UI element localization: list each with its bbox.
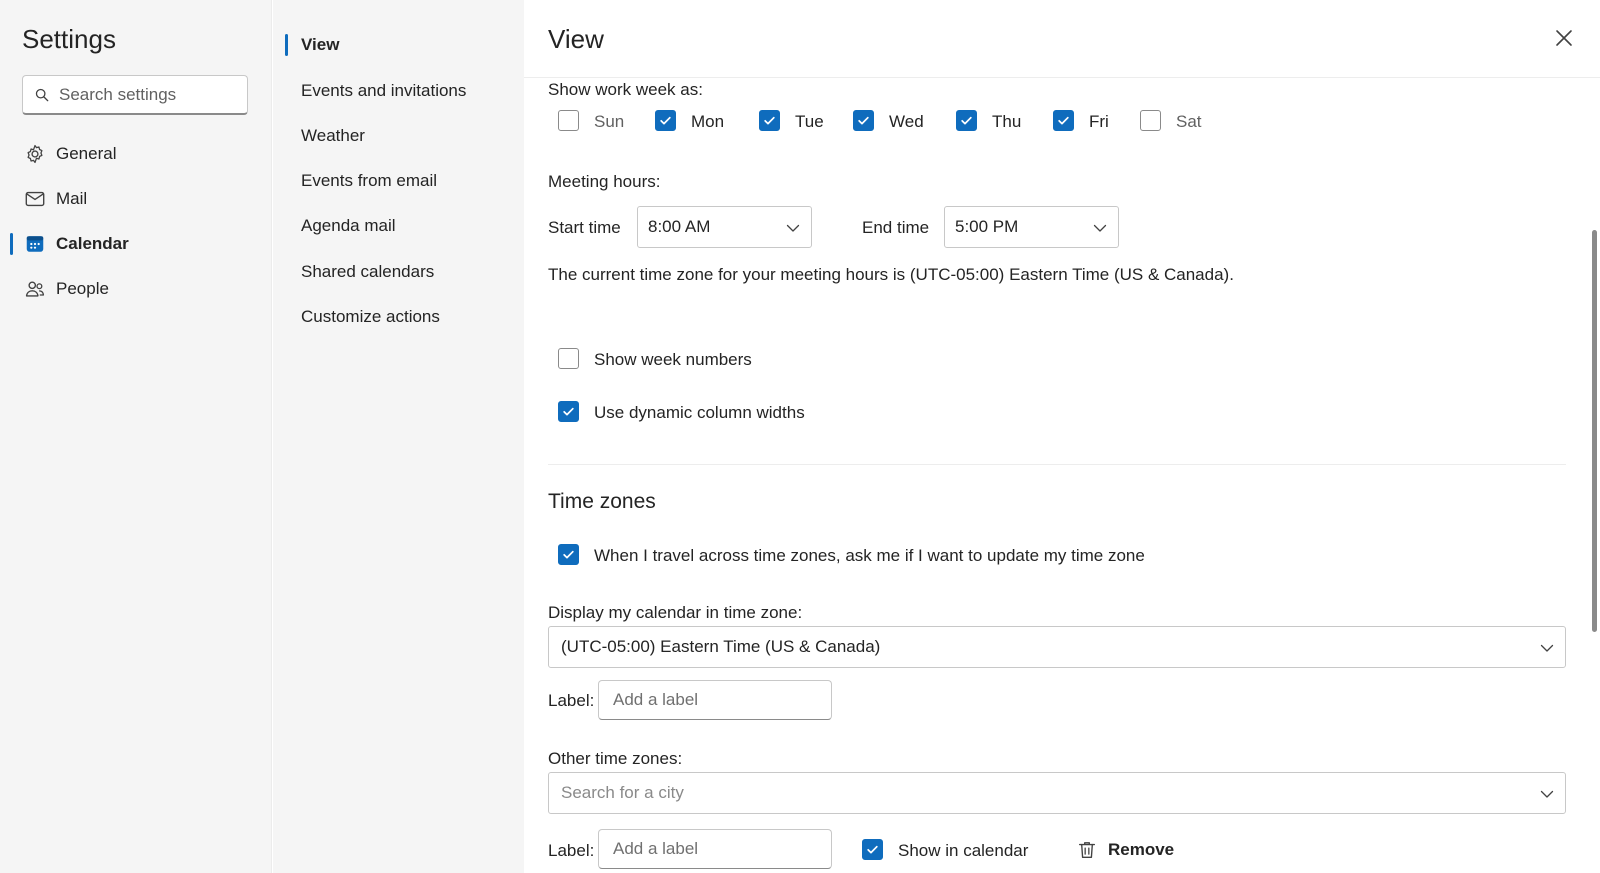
subnav-item-shared-calendars[interactable]: Shared calendars [273, 254, 524, 290]
settings-title: Settings [22, 24, 116, 54]
end-time-dropdown[interactable]: 5:00 PM [944, 206, 1119, 248]
close-button[interactable] [1552, 26, 1576, 50]
section-divider [548, 464, 1566, 465]
start-time-dropdown[interactable]: 8:00 AM [637, 206, 812, 248]
sidebar-item-label: General [56, 144, 117, 163]
start-time-value: 8:00 AM [648, 217, 711, 236]
checkmark-icon [563, 407, 574, 416]
subnav-item-events-and-invitations[interactable]: Events and invitations [273, 73, 524, 109]
display-timezone-value: (UTC-05:00) Eastern Time (US & Canada) [561, 637, 881, 656]
day-label-mon: Mon [691, 112, 725, 131]
start-time-label: Start time [548, 218, 621, 237]
timezone-note: The current time zone for your meeting h… [548, 265, 1234, 284]
search-city-placeholder: Search for a city [561, 783, 684, 802]
chevron-down-icon [1093, 224, 1107, 232]
header-divider [524, 77, 1600, 78]
sidebar-item-calendar[interactable]: Calendar [0, 224, 272, 264]
dynamic-column-widths-label: Use dynamic column widths [594, 403, 805, 422]
day-label-tue: Tue [795, 112, 824, 131]
sidebar-item-general[interactable]: General [0, 134, 272, 174]
subnav-item-customize-actions[interactable]: Customize actions [273, 299, 524, 335]
chevron-down-icon [1540, 790, 1554, 798]
checkmark-icon [867, 845, 878, 854]
timezone-label-input[interactable] [598, 680, 832, 720]
checkbox-wed[interactable] [853, 110, 874, 131]
subnav-item-events-from-email[interactable]: Events from email [273, 163, 524, 199]
subnav-item-view[interactable]: View [273, 27, 524, 63]
end-time-label: End time [862, 218, 930, 237]
search-settings-box[interactable] [22, 75, 248, 115]
timezone-label-caption: Label: [548, 691, 595, 710]
work-week-label: Show work week as: [548, 80, 703, 99]
display-timezone-dropdown[interactable]: (UTC-05:00) Eastern Time (US & Canada) [548, 626, 1566, 668]
display-timezone-label: Display my calendar in time zone: [548, 603, 803, 622]
checkmark-icon [764, 116, 775, 125]
sidebar-item-label: Mail [56, 189, 88, 208]
settings-sidebar: Settings General Mail Calendar People [0, 0, 272, 873]
sidebar-item-label: People [56, 279, 109, 298]
time-zones-heading: Time zones [548, 490, 656, 513]
mail-icon [24, 188, 46, 210]
search-city-combobox[interactable]: Search for a city [548, 772, 1566, 814]
close-icon [1556, 30, 1572, 46]
day-label-sun: Sun [594, 112, 625, 131]
subnav-item-weather[interactable]: Weather [273, 118, 524, 154]
checkbox-mon[interactable] [655, 110, 676, 131]
subnav-item-agenda-mail[interactable]: Agenda mail [273, 208, 524, 244]
trash-icon [1078, 842, 1096, 859]
checkbox-dynamic-column-widths[interactable] [558, 401, 579, 422]
show-in-calendar-label: Show in calendar [898, 841, 1029, 860]
day-label-thu: Thu [992, 112, 1022, 131]
gear-icon [24, 143, 46, 165]
checkmark-icon [858, 116, 869, 125]
checkbox-show-in-calendar[interactable] [862, 839, 883, 860]
checkbox-tue[interactable] [759, 110, 780, 131]
meeting-hours-label: Meeting hours: [548, 172, 661, 191]
other-timezones-label: Other time zones: [548, 749, 683, 768]
search-settings-input[interactable] [59, 84, 239, 105]
day-label-sat: Sat [1176, 112, 1202, 131]
checkbox-fri[interactable] [1053, 110, 1074, 131]
checkbox-thu[interactable] [956, 110, 977, 131]
checkmark-icon [961, 116, 972, 125]
view-settings-panel: View Show work week as: Sun Mon Tue Wed … [524, 0, 1600, 873]
other-timezone-label-input[interactable] [598, 829, 832, 869]
checkbox-sun[interactable] [558, 110, 579, 131]
page-title: View [548, 24, 604, 54]
people-icon [24, 278, 46, 300]
day-label-fri: Fri [1089, 112, 1109, 131]
checkbox-travel-timezone-prompt[interactable] [558, 544, 579, 565]
sidebar-item-mail[interactable]: Mail [0, 179, 272, 219]
travel-timezone-prompt-label: When I travel across time zones, ask me … [594, 546, 1145, 565]
other-timezone-label-caption: Label: [548, 841, 595, 860]
checkmark-icon [1058, 116, 1069, 125]
checkbox-sat[interactable] [1140, 110, 1161, 131]
remove-label: Remove [1108, 840, 1175, 859]
search-icon [35, 88, 49, 101]
chevron-down-icon [1540, 644, 1554, 652]
end-time-value: 5:00 PM [955, 217, 1019, 236]
calendar-icon [24, 233, 46, 255]
checkmark-icon [660, 116, 671, 125]
calendar-subnav: View Events and invitations Weather Even… [273, 0, 524, 873]
checkmark-icon [563, 550, 574, 559]
sidebar-item-people[interactable]: People [0, 269, 272, 309]
sidebar-item-label: Calendar [56, 234, 129, 253]
day-label-wed: Wed [889, 112, 924, 131]
chevron-down-icon [786, 224, 800, 232]
show-week-numbers-label: Show week numbers [594, 350, 752, 369]
scrollbar-thumb[interactable] [1592, 230, 1597, 632]
checkbox-show-week-numbers[interactable] [558, 348, 579, 369]
remove-timezone-button[interactable]: Remove [1076, 836, 1174, 864]
